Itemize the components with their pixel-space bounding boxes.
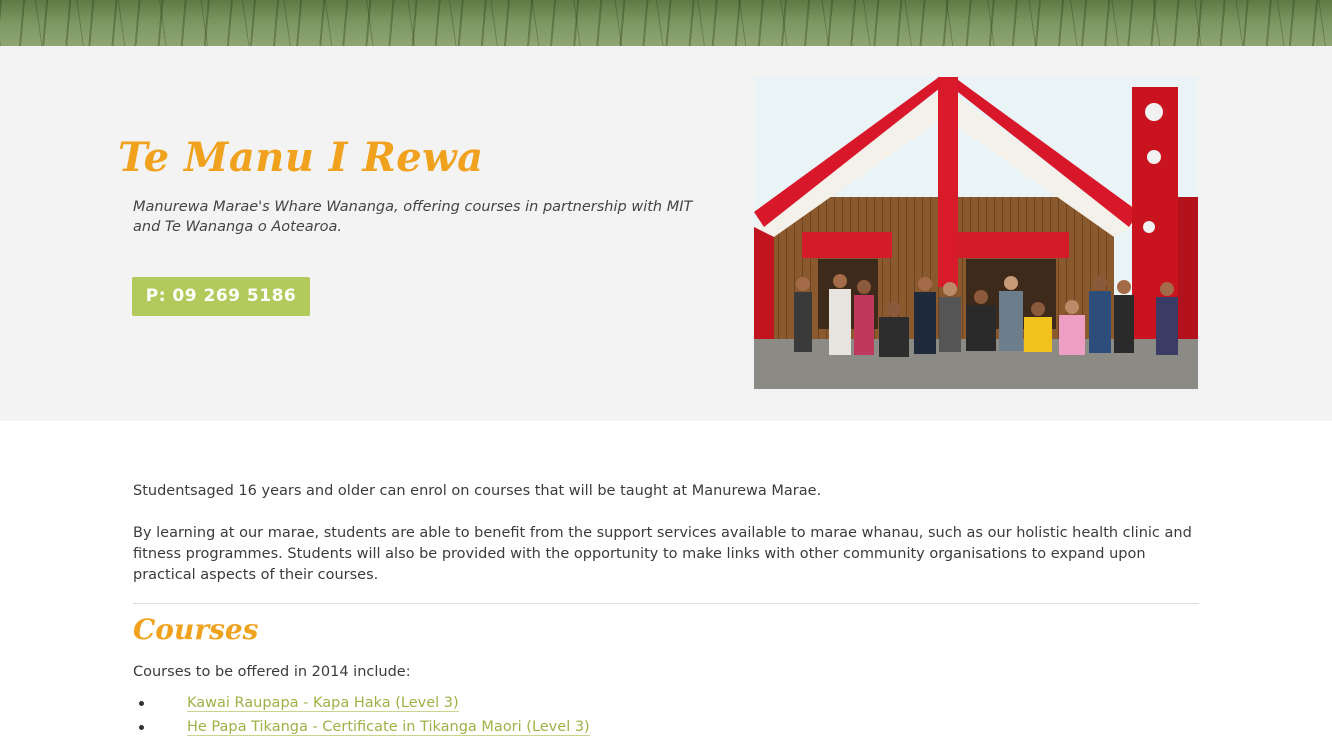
- hero-subtitle: Manurewa Marae's Whare Wananga, offering…: [133, 199, 693, 235]
- page-title: Te Manu I Rewa: [118, 134, 484, 181]
- courses-intro: Courses to be offered in 2014 include:: [133, 664, 411, 680]
- benefits-paragraph: By learning at our marae, students are a…: [133, 525, 1192, 583]
- intro-paragraph: Studentsaged 16 years and older can enro…: [133, 483, 822, 499]
- course-link-kapa-haka[interactable]: Kawai Raupapa - Kapa Haka (Level 3): [187, 695, 459, 712]
- hero-section: Te Manu I Rewa Manurewa Marae's Whare Wa…: [0, 46, 1332, 421]
- marae-group-photo: [754, 77, 1198, 389]
- header-banner-image: [0, 0, 1332, 46]
- list-item: Kawai Raupapa - Kapa Haka (Level 3): [139, 691, 865, 715]
- phone-button[interactable]: P: 09 269 5186: [132, 277, 310, 316]
- course-link-tikanga-maori[interactable]: He Papa Tikanga - Certificate in Tikanga…: [187, 719, 590, 736]
- bullet-icon: [139, 725, 144, 730]
- courses-heading: Courses: [133, 613, 259, 646]
- bullet-icon: [139, 701, 144, 706]
- section-divider: [133, 603, 1199, 604]
- course-list: Kawai Raupapa - Kapa Haka (Level 3) He P…: [139, 691, 865, 739]
- list-item: He Papa Tikanga - Certificate in Tikanga…: [139, 715, 865, 739]
